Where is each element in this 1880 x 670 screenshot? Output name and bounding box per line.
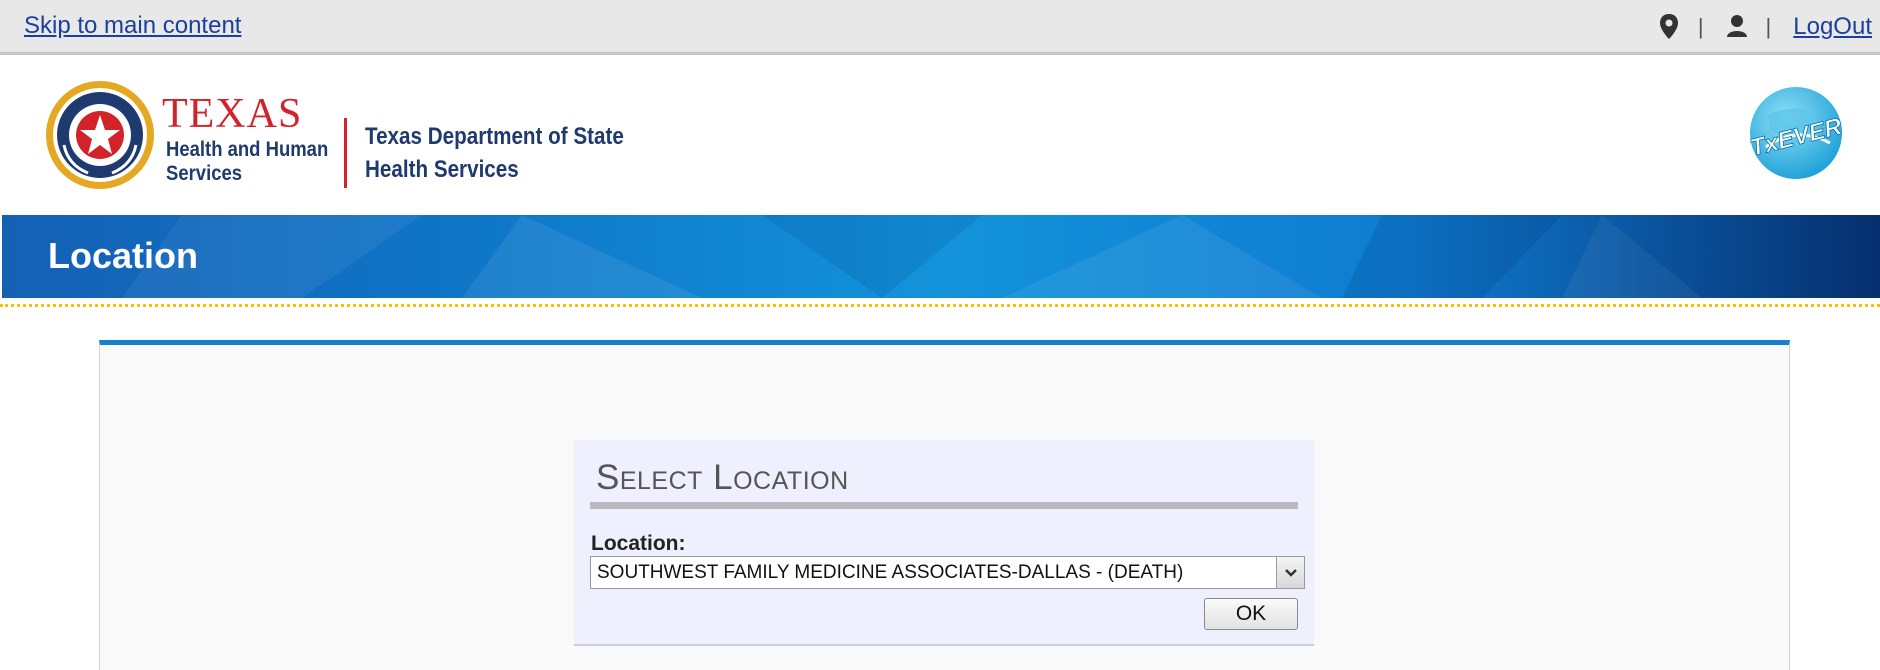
skip-to-main-link[interactable]: Skip to main content <box>24 12 241 40</box>
band-pattern <box>122 215 1702 298</box>
separator: | <box>1765 14 1772 39</box>
logout-link[interactable]: LogOut <box>1793 13 1872 41</box>
utility-links: | | LogOut <box>1658 10 1872 44</box>
location-select[interactable]: SOUTHWEST FAMILY MEDICINE ASSOCIATES-DAL… <box>590 556 1305 589</box>
map-pin-icon[interactable] <box>1658 13 1680 41</box>
page-title: Location <box>48 235 198 276</box>
heading-rule <box>590 502 1298 509</box>
hhs-name-line2: Services <box>166 162 243 185</box>
location-label: Location: <box>591 532 686 555</box>
site-header: TEXAS Health and Human Services Texas De… <box>0 55 1880 215</box>
user-icon[interactable] <box>1726 13 1748 41</box>
select-location-heading: Select Location <box>596 458 849 497</box>
utility-bar: Skip to main content | | LogOut <box>0 0 1880 55</box>
hhs-texas-wordmark: TEXAS <box>162 91 303 137</box>
chevron-down-icon[interactable] <box>1276 557 1304 588</box>
separator: | <box>1697 14 1704 39</box>
select-location-form: Select Location Location: SOUTHWEST FAMI… <box>574 440 1314 646</box>
dshs-name-line1: Texas Department of State <box>365 123 624 150</box>
page-title-band: Location <box>2 215 1880 298</box>
dshs-name-line2: Health Services <box>365 156 519 183</box>
txever-globe-icon: TxEVER <box>1747 85 1846 186</box>
ok-button[interactable]: OK <box>1204 598 1298 630</box>
texas-hhs-seal-icon <box>44 79 156 196</box>
location-select-value: SOUTHWEST FAMILY MEDICINE ASSOCIATES-DAL… <box>597 562 1184 583</box>
logo-divider <box>344 118 347 188</box>
hhs-name-line1: Health and Human <box>166 138 329 161</box>
gold-dotted-divider <box>0 304 1880 307</box>
